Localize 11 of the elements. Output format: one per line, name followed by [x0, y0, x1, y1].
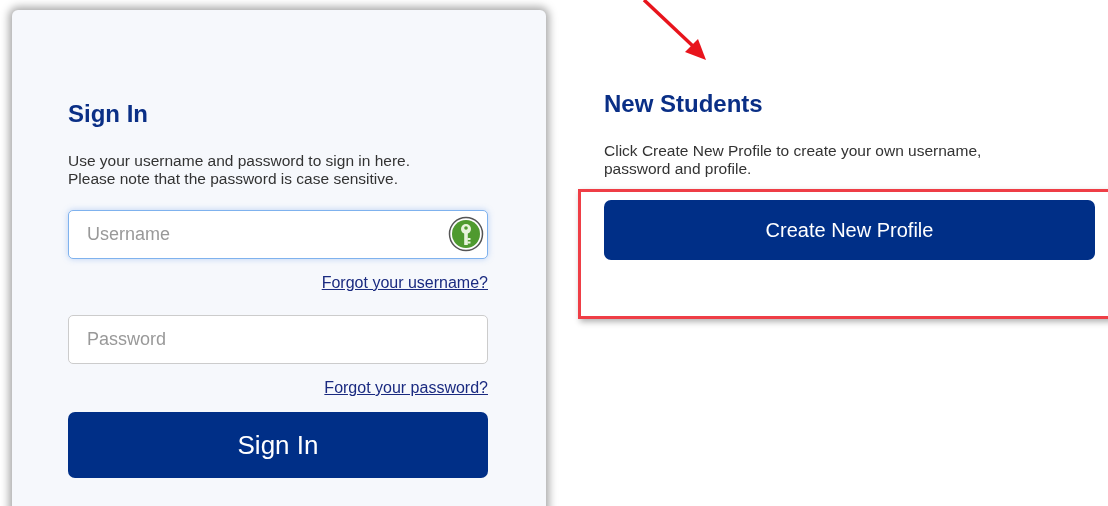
sign-in-heading: Sign In: [68, 100, 149, 128]
create-profile-button[interactable]: Create New Profile: [604, 200, 1095, 260]
password-field[interactable]: Password: [68, 315, 488, 364]
sign-in-description: Use your username and password to sign in here. Please note that the password is case sensitive.: [68, 152, 412, 188]
new-students-heading: New Students: [604, 90, 764, 118]
forgot-username-link[interactable]: Forgot your username?: [321, 273, 488, 293]
key-icon[interactable]: [448, 216, 484, 252]
username-field[interactable]: Username: [68, 210, 488, 259]
sign-in-button[interactable]: Sign In: [68, 412, 488, 478]
forgot-password-link[interactable]: Forgot your password?: [324, 378, 488, 398]
new-students-description: Click Create New Profile to create your own username, password and profile.: [604, 142, 983, 178]
